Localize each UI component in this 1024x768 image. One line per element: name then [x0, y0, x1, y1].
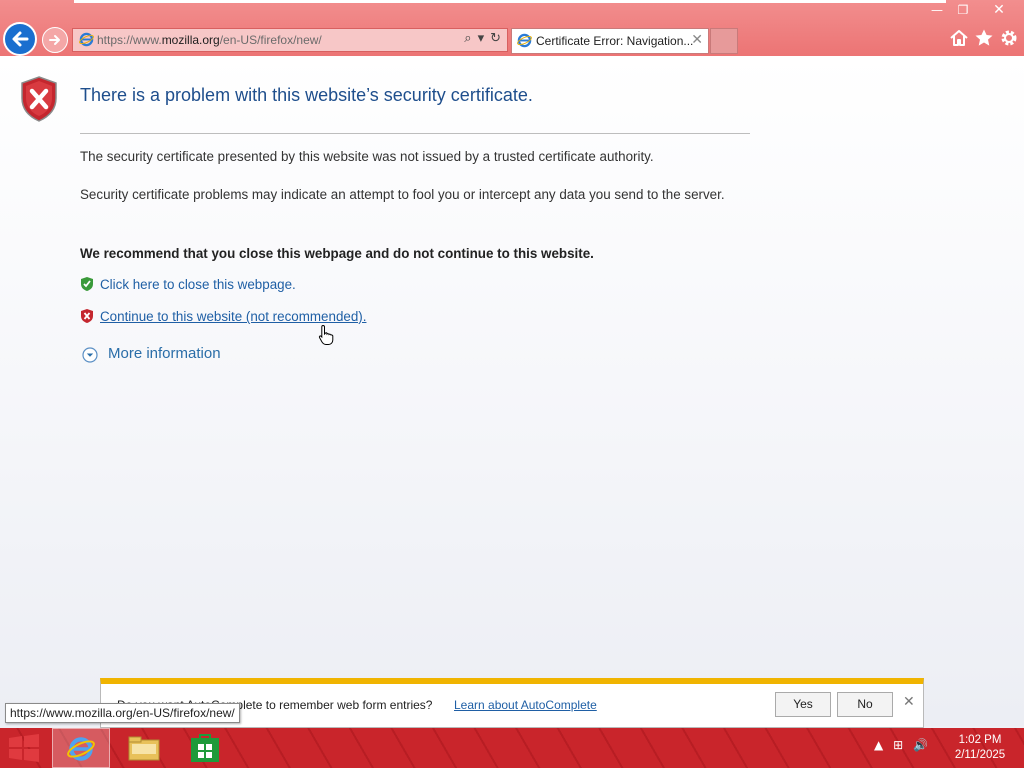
no-button[interactable]: No — [837, 692, 893, 717]
dropdown-icon[interactable]: ▾ — [478, 31, 485, 46]
show-hidden-icons-icon[interactable]: ▲ — [874, 738, 883, 752]
recommendation-text: We recommend that you close this webpage… — [80, 246, 594, 261]
forward-button[interactable] — [42, 27, 68, 53]
browser-chrome: — ❐ ✕ https://www.mozilla.org/en-US/fire… — [0, 0, 1024, 56]
url-text[interactable]: https://www.mozilla.org/en-US/firefox/ne… — [97, 33, 322, 47]
taskbar-clock[interactable]: 1:02 PM 2/11/2025 — [950, 733, 1010, 763]
divider — [80, 133, 750, 134]
back-arrow-icon — [12, 31, 29, 47]
tab-title: Certificate Error: Navigation... — [536, 34, 694, 48]
home-icon[interactable] — [949, 28, 969, 48]
taskbar-internet-explorer[interactable] — [52, 728, 110, 768]
network-icon[interactable]: ⊞ — [893, 738, 903, 752]
yes-button[interactable]: Yes — [775, 692, 831, 717]
close-webpage-link[interactable]: Click here to close this webpage. — [100, 277, 296, 292]
address-bar[interactable]: https://www.mozilla.org/en-US/firefox/ne… — [72, 28, 508, 52]
title-bar-strip — [74, 0, 946, 3]
taskbar-store[interactable] — [176, 728, 234, 768]
tab-certificate-error[interactable]: Certificate Error: Navigation... ✕ — [511, 28, 709, 54]
file-explorer-icon — [128, 736, 160, 761]
taskbar: ▲ ⊞ 🔊 1:02 PM 2/11/2025 — [0, 728, 1024, 768]
close-window-button[interactable]: ✕ — [984, 2, 1014, 18]
status-url-tooltip: https://www.mozilla.org/en-US/firefox/ne… — [5, 703, 240, 723]
favorites-star-icon[interactable] — [974, 28, 994, 48]
certificate-explanation: The security certificate presented by th… — [80, 149, 654, 164]
more-information-label[interactable]: More information — [108, 345, 221, 362]
ie-icon — [67, 737, 95, 761]
new-tab-button[interactable] — [710, 28, 738, 54]
ie-icon — [79, 32, 94, 47]
refresh-icon[interactable]: ↻ — [490, 31, 501, 46]
learn-about-autocomplete-link[interactable]: Learn about AutoComplete — [454, 698, 597, 712]
hand-cursor-icon — [318, 324, 334, 345]
windows-start-icon[interactable] — [6, 734, 42, 762]
back-button[interactable] — [3, 22, 37, 56]
taskbar-file-explorer[interactable] — [114, 728, 172, 768]
ie-icon — [517, 33, 532, 48]
security-warning-text: Security certificate problems may indica… — [80, 187, 725, 202]
continue-to-website-link[interactable]: Continue to this website (not recommende… — [100, 309, 366, 324]
shield-ok-icon — [81, 277, 93, 291]
page-content: There is a problem with this website’s s… — [0, 56, 1024, 726]
expand-chevron-icon — [82, 347, 98, 363]
store-icon — [191, 734, 219, 762]
page-title: There is a problem with this website’s s… — [80, 85, 533, 105]
tab-close-button[interactable]: ✕ — [691, 32, 703, 48]
shield-error-icon — [81, 309, 93, 323]
search-icon[interactable]: ⌕ — [464, 31, 471, 46]
gear-icon[interactable] — [999, 28, 1019, 48]
shield-error-icon — [21, 76, 57, 122]
clock-date: 2/11/2025 — [954, 749, 1006, 761]
clock-time: 1:02 PM — [958, 734, 1002, 746]
forward-arrow-icon — [49, 35, 60, 45]
system-tray: ▲ ⊞ 🔊 — [874, 738, 934, 752]
volume-icon[interactable]: 🔊 — [913, 738, 928, 752]
restore-button[interactable]: ❐ — [948, 2, 978, 18]
address-tools: ⌕ ▾ ↻ — [458, 31, 501, 46]
close-notification-icon[interactable]: ✕ — [903, 694, 915, 710]
